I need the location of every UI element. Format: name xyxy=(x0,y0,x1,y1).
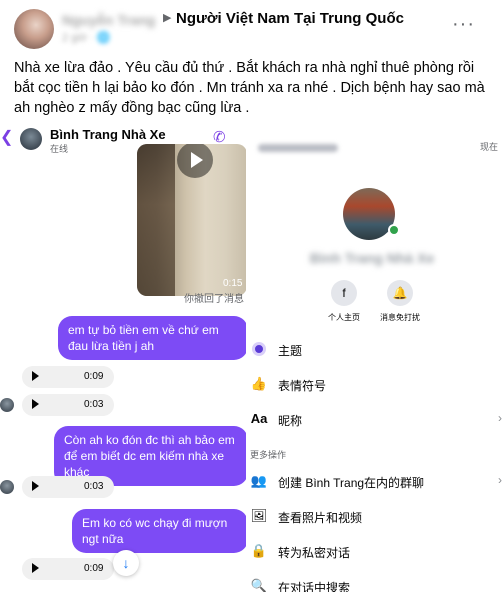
chat-pane: ❮ Bình Trang Nhà Xe 在线 ✆ 0:15 你撤回了消息 em … xyxy=(0,124,254,592)
message-bubble-outgoing[interactable]: em tự bỏ tiền em về chứ em đau lừa tiền … xyxy=(58,316,248,360)
author-name[interactable]: Nguyễn Trang xyxy=(62,12,162,28)
menu-item-label: 创建 Bình Trang在内的群聊 xyxy=(278,476,425,490)
play-icon[interactable] xyxy=(32,563,39,573)
profile-name[interactable]: Bình Trang Nhà Xe xyxy=(302,250,442,266)
menu-item-emoji[interactable]: 👍 表情符号 xyxy=(246,369,504,399)
audio-message[interactable]: 0:03 xyxy=(22,476,114,498)
sender-avatar xyxy=(0,480,14,494)
arrow-right-icon: ▶ xyxy=(163,12,172,24)
menu-item-label: 转为私密对话 xyxy=(278,546,351,560)
chat-avatar[interactable] xyxy=(20,128,42,150)
audio-message[interactable]: 0:03 xyxy=(22,394,114,416)
theme-icon xyxy=(250,340,268,358)
menu-item-label: 主题 xyxy=(278,344,303,358)
menu-item-create-group[interactable]: 👥 创建 Bình Trang在内的群聊 › xyxy=(246,466,504,496)
more-options-icon[interactable]: ··· xyxy=(452,14,475,34)
recall-note: 你撤回了消息 xyxy=(184,294,244,305)
menu-item-label: 在对话中搜索 xyxy=(278,581,351,592)
audio-message[interactable]: 0:09 xyxy=(22,558,114,580)
info-header: 现在 xyxy=(246,136,504,160)
online-status-dot xyxy=(388,224,400,236)
group-icon: 👥 xyxy=(250,473,268,488)
audio-duration: 0:03 xyxy=(84,399,104,410)
author-avatar[interactable] xyxy=(14,9,54,49)
audio-duration: 0:09 xyxy=(84,371,104,382)
video-message[interactable]: 0:15 xyxy=(137,144,247,296)
arrow-down-icon[interactable]: ↓ xyxy=(113,550,139,576)
screenshot-image: ❮ Bình Trang Nhà Xe 在线 ✆ 0:15 你撤回了消息 em … xyxy=(0,124,504,592)
group-name[interactable]: Người Việt Nam Tại Trung Quốc xyxy=(176,10,404,27)
search-icon: 🔍 xyxy=(250,578,268,592)
chevron-right-icon: › xyxy=(498,411,502,425)
menu-item-label: 昵称 xyxy=(278,414,303,428)
menu-item-photos[interactable]: 🖼 查看照片和视频 xyxy=(246,501,504,531)
photo-icon: 🖼 xyxy=(250,508,268,523)
video-duration: 0:15 xyxy=(223,278,243,289)
action-label: 个人主页 xyxy=(328,313,360,322)
timestamp-now: 现在 xyxy=(479,142,498,152)
section-label: 更多操作 xyxy=(250,450,287,460)
profile-action-button[interactable]: f 个人主页 xyxy=(314,280,374,323)
profile-picture[interactable] xyxy=(343,188,395,240)
action-label: 消息免打扰 xyxy=(380,313,420,322)
lock-icon: 🔒 xyxy=(250,543,268,558)
play-icon[interactable] xyxy=(177,144,213,178)
post-header: Nguyễn Trang ▶ Người Việt Nam Tại Trung … xyxy=(0,0,504,52)
menu-item-search[interactable]: 🔍 在对话中搜索 xyxy=(246,571,504,592)
play-icon[interactable] xyxy=(32,481,39,491)
menu-item-label: 表情符号 xyxy=(278,379,327,393)
nickname-icon: Aa xyxy=(250,411,268,426)
menu-item-secret-chat[interactable]: 🔒 转为私密对话 xyxy=(246,536,504,566)
blurred-header-text xyxy=(258,144,338,152)
facebook-icon: f xyxy=(331,280,357,306)
back-icon[interactable]: ❮ xyxy=(0,127,13,147)
menu-item-theme[interactable]: 主题 xyxy=(246,334,504,364)
play-icon[interactable] xyxy=(32,399,39,409)
message-bubble-outgoing[interactable]: Em ko có wc chạy đi mượn ngt nữa xyxy=(72,509,248,553)
chevron-right-icon: › xyxy=(498,473,502,487)
bell-icon: 🔔 xyxy=(387,280,413,306)
audio-message[interactable]: 0:09 xyxy=(22,366,114,388)
audio-duration: 0:03 xyxy=(84,481,104,492)
chat-title[interactable]: Bình Trang Nhà Xe xyxy=(50,127,166,142)
conversation-info-pane: 现在 Bình Trang Nhà Xe f 个人主页 🔔 消息免打扰 主题 👍… xyxy=(246,124,504,592)
menu-item-nickname[interactable]: Aa 昵称 › xyxy=(246,404,504,434)
audio-duration: 0:09 xyxy=(84,563,104,574)
like-icon: 👍 xyxy=(250,376,268,391)
chat-status: 在线 xyxy=(50,144,69,154)
mute-action-button[interactable]: 🔔 消息免打扰 xyxy=(370,280,430,323)
post-text: Nhà xe lừa đảo . Yêu cầu đủ thứ . Bắt kh… xyxy=(14,60,485,116)
sender-avatar xyxy=(0,398,14,412)
play-icon[interactable] xyxy=(32,371,39,381)
post-timestamp[interactable]: 2 giờ · 🌐 xyxy=(62,31,122,44)
menu-item-label: 查看照片和视频 xyxy=(278,511,363,525)
video-frame-shade xyxy=(137,144,175,296)
